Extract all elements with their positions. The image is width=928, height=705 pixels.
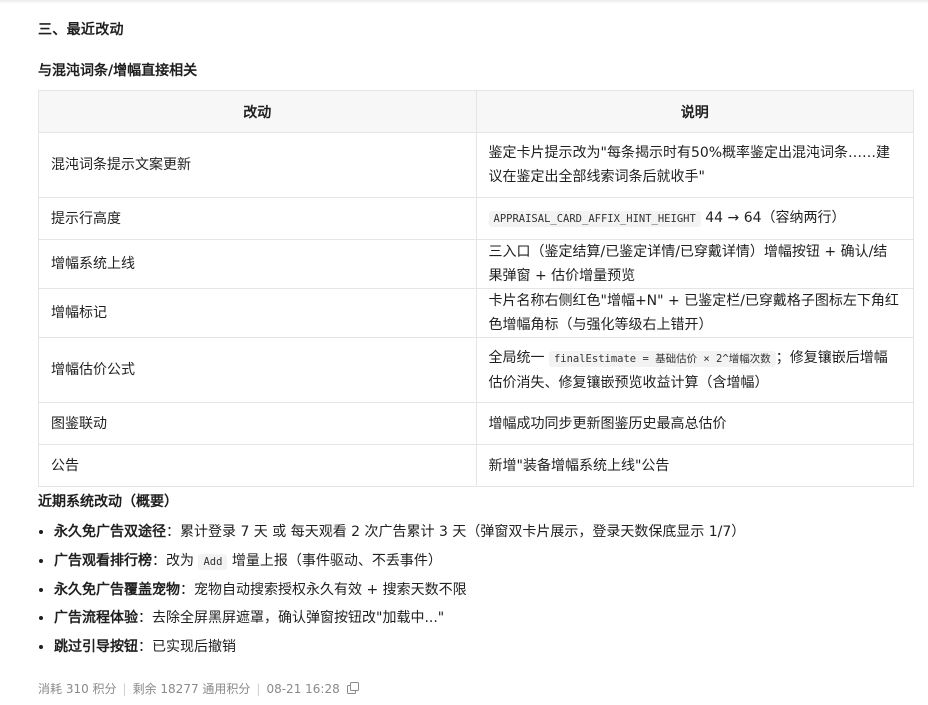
footer-separator: | bbox=[256, 681, 261, 696]
item-text: ：去除全屏黑屏遮罩，确认弹窗按钮改"加载中..." bbox=[138, 610, 445, 627]
description-cell: APPRAISAL_CARD_AFFIX_HINT_HEIGHT 44 → 64… bbox=[475, 197, 914, 240]
item-title: 广告流程体验 bbox=[54, 610, 138, 627]
description-cell: 三入口（鉴定结算/已鉴定详情/已穿戴详情）增幅按钮 + 确认/结果弹窗 + 估价… bbox=[475, 239, 914, 289]
inline-code: Add bbox=[198, 553, 228, 570]
column-header-description: 说明 bbox=[475, 90, 914, 133]
recent-changes-title: 近期系统改动（概要） bbox=[38, 494, 178, 510]
copy-icon[interactable] bbox=[346, 682, 359, 694]
table-row: 公告 新增"装备增幅系统上线"公告 bbox=[38, 444, 914, 487]
changes-table: 改动 说明 混沌词条提示文案更新 鉴定卡片提示改为"每条揭示时有50%概率鉴定出… bbox=[38, 90, 914, 487]
change-cell: 混沌词条提示文案更新 bbox=[38, 132, 477, 198]
list-item: 跳过引导按钮：已实现后撤销 bbox=[38, 633, 745, 662]
change-cell: 提示行高度 bbox=[38, 197, 477, 240]
description-cell: 新增"装备增幅系统上线"公告 bbox=[475, 444, 914, 487]
change-cell: 增幅标记 bbox=[38, 288, 477, 338]
list-item: 广告流程体验：去除全屏黑屏遮罩，确认弹窗按钮改"加载中..." bbox=[38, 604, 745, 633]
top-divider bbox=[0, 0, 928, 4]
description-cell: 增幅成功同步更新图鉴历史最高总估价 bbox=[475, 402, 914, 445]
recent-changes-list: 永久免广告双途径：累计登录 7 天 或 每天观看 2 次广告累计 3 天（弹窗双… bbox=[38, 518, 745, 662]
change-cell: 公告 bbox=[38, 444, 477, 487]
table-row: 提示行高度 APPRAISAL_CARD_AFFIX_HINT_HEIGHT 4… bbox=[38, 197, 914, 240]
item-text: ：已实现后撤销 bbox=[138, 639, 236, 656]
footer-separator: | bbox=[122, 681, 127, 696]
change-cell: 增幅系统上线 bbox=[38, 239, 477, 289]
description-cell: 全局统一 finalEstimate = 基础估价 × 2^增幅次数 ；修复镶嵌后… bbox=[475, 337, 914, 403]
list-item: 永久免广告覆盖宠物：宠物自动搜索授权永久有效 + 搜索天数不限 bbox=[38, 576, 745, 605]
table-row: 增幅标记 卡片名称右侧红色"增幅+N" + 已鉴定栏/已穿戴格子图标左下角红色增… bbox=[38, 288, 914, 338]
section-title: 三、最近改动 bbox=[38, 22, 124, 38]
item-text: 增量上报（事件驱动、不丢事件） bbox=[227, 552, 442, 569]
description-text: 44 → 64（容纳两行） bbox=[700, 210, 846, 226]
message-footer: 消耗 310 积分 | 剩余 18277 通用积分 | 08-21 16:28 bbox=[38, 680, 359, 697]
column-header-change: 改动 bbox=[38, 90, 477, 133]
table-header-row: 改动 说明 bbox=[38, 90, 914, 133]
item-title: 广告观看排行榜 bbox=[54, 552, 152, 569]
item-title: 永久免广告覆盖宠物 bbox=[54, 581, 180, 598]
item-title: 永久免广告双途径 bbox=[54, 524, 166, 540]
item-text: ：累计登录 7 天 或 每天观看 2 次广告累计 3 天（弹窗双卡片展示，登录天… bbox=[166, 524, 746, 540]
table-row: 图鉴联动 增幅成功同步更新图鉴历史最高总估价 bbox=[38, 402, 914, 445]
points-cost: 消耗 310 积分 bbox=[38, 682, 117, 696]
item-text: ：改为 bbox=[152, 552, 199, 569]
inline-code: APPRAISAL_CARD_AFFIX_HINT_HEIGHT bbox=[488, 211, 701, 227]
list-item: 永久免广告双途径：累计登录 7 天 或 每天观看 2 次广告累计 3 天（弹窗双… bbox=[38, 518, 745, 547]
item-text: ：宠物自动搜索授权永久有效 + 搜索天数不限 bbox=[180, 581, 467, 598]
description-text: 全局统一 bbox=[488, 349, 549, 366]
item-title: 跳过引导按钮 bbox=[54, 639, 138, 656]
subsection-title: 与混沌词条/增幅直接相关 bbox=[38, 63, 198, 79]
change-cell: 图鉴联动 bbox=[38, 402, 477, 445]
list-item: 广告观看排行榜：改为 Add 增量上报（事件驱动、不丢事件） bbox=[38, 547, 745, 576]
points-remaining: 剩余 18277 通用积分 bbox=[132, 682, 251, 696]
table-row: 增幅估价公式 全局统一 finalEstimate = 基础估价 × 2^增幅次… bbox=[38, 337, 914, 403]
message-timestamp: 08-21 16:28 bbox=[266, 681, 340, 696]
description-cell: 鉴定卡片提示改为"每条揭示时有50%概率鉴定出混沌词条……建议在鉴定出全部线索词… bbox=[475, 132, 914, 198]
inline-code: finalEstimate = 基础估价 × 2^增幅次数 bbox=[548, 350, 776, 367]
table-row: 混沌词条提示文案更新 鉴定卡片提示改为"每条揭示时有50%概率鉴定出混沌词条……… bbox=[38, 132, 914, 198]
description-cell: 卡片名称右侧红色"增幅+N" + 已鉴定栏/已穿戴格子图标左下角红色增幅角标（与… bbox=[475, 288, 914, 338]
change-cell: 增幅估价公式 bbox=[38, 337, 477, 403]
table-row: 增幅系统上线 三入口（鉴定结算/已鉴定详情/已穿戴详情）增幅按钮 + 确认/结果… bbox=[38, 239, 914, 289]
